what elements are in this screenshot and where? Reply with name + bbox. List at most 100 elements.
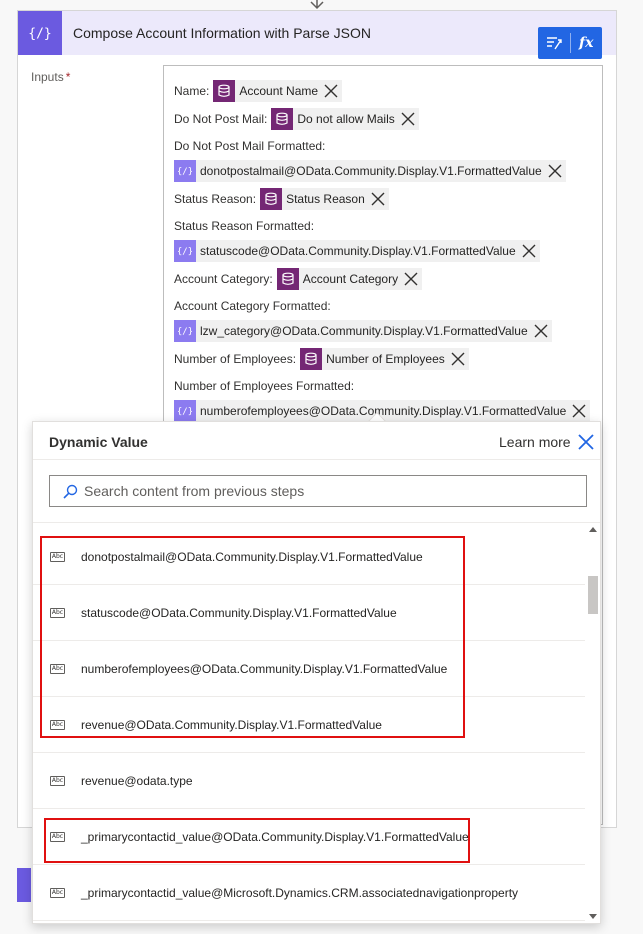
input-line-label: Name:	[174, 84, 210, 98]
token-label: Do not allow Mails	[297, 112, 395, 126]
search-input[interactable]	[84, 477, 579, 505]
input-line-label: Number of Employees Formatted:	[174, 379, 355, 393]
input-line: Do Not Post Mail Formatted:	[174, 135, 325, 157]
input-line: Account Category: Account Category	[174, 268, 423, 290]
token-label: Account Category	[302, 272, 399, 286]
compose-icon: {/}	[174, 160, 196, 182]
search-icon	[63, 484, 78, 499]
svg-text:{/}: {/}	[29, 27, 51, 42]
dynamic-value-label: _primarycontactid_value@OData.Community.…	[81, 830, 469, 844]
inputs-label-text: Inputs	[31, 70, 64, 84]
text-abc-icon: Abc	[50, 776, 65, 786]
inputs-label: Inputs *	[31, 70, 70, 84]
remove-token-icon[interactable]	[520, 240, 538, 262]
remove-token-icon[interactable]	[570, 400, 588, 422]
input-line: Account Category Formatted:	[174, 295, 331, 317]
dataverse-icon	[213, 80, 236, 102]
close-icon[interactable]	[576, 432, 596, 452]
remove-token-icon[interactable]	[322, 80, 340, 102]
dynamic-token[interactable]: {/} statuscode@OData.Community.Display.V1…	[174, 240, 540, 262]
dynamic-value-label: numberofemployees@OData.Community.Displa…	[81, 662, 448, 676]
dynamic-value-label: _primarycontactid_value@Microsoft.Dynami…	[81, 886, 519, 900]
svg-text:{/}: {/}	[178, 247, 192, 257]
dynamic-token[interactable]: Account Name	[213, 80, 343, 102]
dynamic-content-button[interactable]	[538, 27, 570, 59]
svg-text:{/}: {/}	[178, 407, 192, 417]
svg-text:{/}: {/}	[178, 327, 192, 337]
input-line: {/} donotpostalmail@OData.Community.Displ…	[174, 160, 566, 182]
token-label: statuscode@OData.Community.Display.V1.Fo…	[200, 244, 516, 258]
dataverse-icon	[271, 108, 294, 130]
dynamic-token[interactable]: Status Reason	[260, 188, 389, 210]
token-label: lzw_category@OData.Community.Display.V1.…	[200, 324, 528, 338]
search-box	[49, 475, 587, 507]
input-line-label: Do Not Post Mail Formatted:	[174, 139, 326, 153]
dynamic-value-item[interactable]: Abc revenue@OData.Community.Display.V1.Fo…	[33, 697, 585, 753]
dynamic-value-item[interactable]: Abc _primarycontactid_value@Microsoft.Dyn…	[33, 865, 585, 921]
svg-text:{/}: {/}	[178, 167, 192, 177]
compose-icon: {/}	[174, 400, 196, 422]
text-abc-icon: Abc	[50, 832, 65, 842]
text-abc-icon: Abc	[50, 720, 65, 730]
input-line: Do Not Post Mail: Do not allow Mails	[174, 108, 419, 130]
remove-token-icon[interactable]	[399, 108, 417, 130]
text-abc-icon: Abc	[50, 888, 65, 898]
required-marker: *	[65, 70, 71, 84]
dynamic-value-item[interactable]: Abc revenue@odata.type	[33, 753, 585, 809]
dynamic-value-label: revenue@odata.type	[81, 774, 193, 788]
dynamic-token[interactable]: Account Category	[276, 268, 423, 290]
token-label: numberofemployees@OData.Community.Displa…	[200, 404, 567, 418]
remove-token-icon[interactable]	[532, 320, 550, 342]
input-line-label: Status Reason Formatted:	[174, 219, 315, 233]
token-label: Status Reason	[286, 192, 365, 206]
input-line: Status Reason: Status Reason	[174, 188, 389, 210]
input-line: Number of Employees Formatted:	[174, 375, 354, 397]
dynamic-token[interactable]: Do not allow Mails	[271, 108, 419, 130]
compose-icon: {/}	[174, 320, 196, 342]
dynamic-value-list: Abc donotpostalmail@OData.Community.Displ…	[33, 523, 585, 923]
dynamic-value-label: statuscode@OData.Community.Display.V1.Fo…	[81, 606, 397, 620]
action-title[interactable]: Compose Account Information with Parse J…	[73, 25, 371, 41]
expression-button[interactable]: fx	[570, 27, 602, 59]
dynamic-value-item[interactable]: Abc _primarycontactid_value@OData.Communi…	[33, 809, 585, 865]
input-line-label: Number of Employees:	[174, 352, 297, 366]
dynamic-value-panel: Dynamic Value Learn more Abc donotpostalm…	[32, 421, 601, 924]
remove-token-icon[interactable]	[546, 160, 564, 182]
dynamic-value-label: revenue@OData.Community.Display.V1.Forma…	[81, 718, 382, 732]
scroll-thumb[interactable]	[588, 576, 598, 614]
scroll-down-icon[interactable]	[589, 914, 597, 919]
dynamic-token[interactable]: {/} lzw_category@OData.Community.Display.…	[174, 320, 552, 342]
text-abc-icon: Abc	[50, 664, 65, 674]
action-header[interactable]: {/} Compose Account Information with Par…	[18, 11, 616, 55]
remove-token-icon[interactable]	[369, 188, 387, 210]
compose-icon: {/}	[18, 11, 62, 55]
expression-fx-icon: fx	[579, 35, 594, 51]
input-line: {/} statuscode@OData.Community.Display.V1…	[174, 240, 540, 262]
dynamic-value-item[interactable]: Abc numberofemployees@OData.Community.Dis…	[33, 641, 585, 697]
dynamic-token[interactable]: Number of Employees	[300, 348, 469, 370]
input-line: {/} lzw_category@OData.Community.Display.…	[174, 320, 552, 342]
input-line: Number of Employees: Number of Employees	[174, 348, 469, 370]
input-line-label: Status Reason:	[174, 192, 257, 206]
panel-scrollbar[interactable]	[585, 523, 600, 923]
compose-icon: {/}	[174, 240, 196, 262]
dynamic-token[interactable]: {/} donotpostalmail@OData.Community.Displ…	[174, 160, 566, 182]
dynamic-value-item[interactable]: Abc statuscode@OData.Community.Display.V1…	[33, 585, 585, 641]
input-line-label: Do Not Post Mail:	[174, 112, 268, 126]
input-line-label: Account Category:	[174, 272, 273, 286]
remove-token-icon[interactable]	[402, 268, 420, 290]
token-label: Number of Employees	[326, 352, 445, 366]
token-label: Account Name	[239, 84, 319, 98]
text-abc-icon: Abc	[50, 552, 65, 562]
dynamic-content-icon	[546, 37, 562, 50]
remove-token-icon[interactable]	[449, 348, 467, 370]
panel-divider	[33, 459, 600, 460]
content-tools: fx	[538, 27, 602, 59]
learn-more-link[interactable]: Learn more	[499, 434, 571, 450]
dynamic-value-item[interactable]: Abc donotpostalmail@OData.Community.Displ…	[33, 529, 585, 585]
next-action-compose-icon	[17, 868, 31, 902]
text-abc-icon: Abc	[50, 608, 65, 618]
connector-arrow-icon	[310, 0, 324, 10]
scroll-up-icon[interactable]	[589, 527, 597, 532]
input-line: Name: Account Name	[174, 80, 343, 102]
